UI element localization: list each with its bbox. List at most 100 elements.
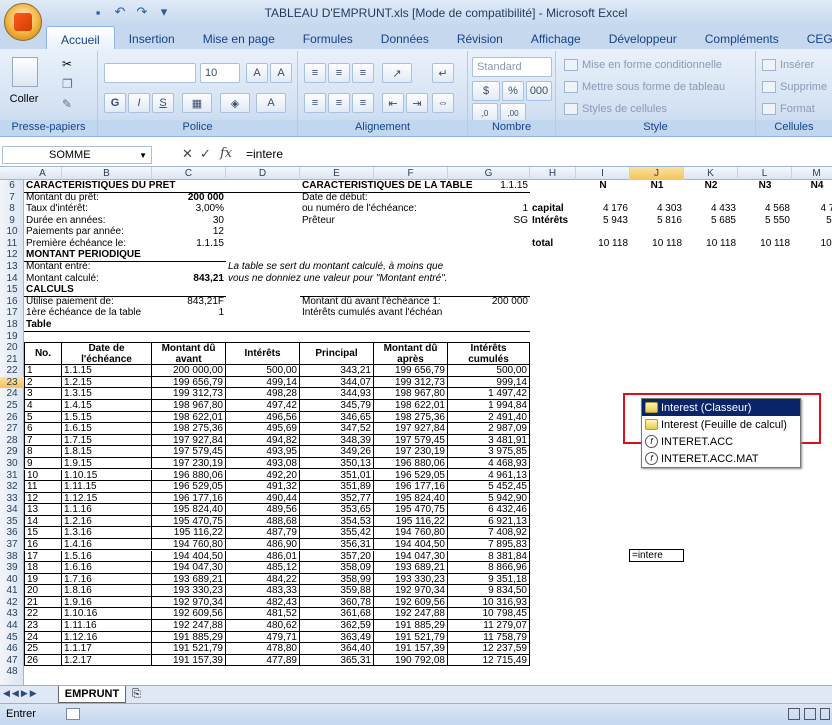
cell-r11-c[interactable]: 1.1.15 <box>154 238 224 250</box>
table-cell[interactable]: 500,00 <box>448 365 530 377</box>
format-painter-icon[interactable]: ✎ <box>62 97 72 111</box>
table-cell[interactable]: 484,22 <box>226 573 300 586</box>
row-header[interactable]: 45 <box>0 632 24 644</box>
delete-cells-button[interactable]: Supprime <box>762 81 827 93</box>
table-cell[interactable]: 26 <box>24 654 62 667</box>
cell-r9-m[interactable]: 5 4 <box>794 215 832 227</box>
table-cell[interactable]: 5 942,90 <box>448 492 530 505</box>
table-cell[interactable]: 1.6.16 <box>62 562 152 574</box>
table-cell[interactable]: 195 824,40 <box>152 504 226 516</box>
tab-revision[interactable]: Révision <box>443 26 517 50</box>
table-cell[interactable]: 491,32 <box>226 481 300 493</box>
table-cell[interactable]: 343,21 <box>300 365 374 377</box>
cell-r16-e[interactable]: Montant dû avant l'échéance 1: <box>302 296 458 308</box>
table-cell[interactable]: 199 312,73 <box>152 388 226 400</box>
font-color-icon[interactable]: A <box>256 93 286 113</box>
format-cells-button[interactable]: Format <box>762 103 815 115</box>
table-cell[interactable]: 4 961,13 <box>448 469 530 481</box>
active-cell-editor[interactable]: =intere <box>629 549 684 562</box>
row-header[interactable]: 44 <box>0 620 24 632</box>
table-cell[interactable]: 197 230,19 <box>374 446 448 458</box>
cell-r16-c[interactable]: 843,21F <box>154 296 224 308</box>
row-header[interactable]: 18 <box>0 319 24 331</box>
cell-r14-d[interactable]: vous ne donniez une valeur pour "Montant… <box>228 273 464 285</box>
table-cell[interactable]: 351,01 <box>300 469 374 481</box>
table-header[interactable]: Montant dû avant <box>152 342 226 366</box>
formula-input[interactable]: =intere <box>246 147 283 161</box>
cell-r6-j[interactable]: N1 <box>632 180 682 192</box>
table-cell[interactable]: 1.2.17 <box>62 654 152 667</box>
row-header[interactable]: 8 <box>0 203 24 215</box>
table-cell[interactable]: 191 885,29 <box>152 631 226 644</box>
table-cell[interactable]: 195 116,22 <box>152 527 226 539</box>
table-cell[interactable]: 11 <box>24 481 62 493</box>
table-cell[interactable]: 9 351,18 <box>448 573 530 586</box>
table-cell[interactable]: 11 279,07 <box>448 620 530 632</box>
table-cell[interactable]: 194 760,80 <box>374 527 448 539</box>
table-cell[interactable]: 195 116,22 <box>374 515 448 528</box>
table-cell[interactable]: 20 <box>24 585 62 597</box>
copy-icon[interactable]: ❐ <box>62 77 73 91</box>
table-cell[interactable]: 478,80 <box>226 643 300 655</box>
table-cell[interactable]: 360,78 <box>300 596 374 609</box>
table-cell[interactable]: 198 967,80 <box>152 400 226 412</box>
autocomplete-item[interactable]: f INTERET.ACC.MAT <box>642 450 800 467</box>
table-cell[interactable]: 196 880,06 <box>374 457 448 470</box>
table-cell[interactable]: 24 <box>24 631 62 644</box>
table-cell[interactable]: 365,31 <box>300 654 374 667</box>
table-cell[interactable]: 196 177,16 <box>152 492 226 505</box>
table-cell[interactable]: 2 987,09 <box>448 423 530 435</box>
cell-r11-a[interactable]: Première échéance le: <box>26 238 142 250</box>
table-cell[interactable]: 18 <box>24 562 62 574</box>
table-cell[interactable]: 1.8.16 <box>62 585 152 597</box>
table-cell[interactable]: 353,65 <box>300 504 374 516</box>
cell-r11-j[interactable]: 10 118 <box>632 238 682 250</box>
table-cell[interactable]: 16 <box>24 538 62 551</box>
align-right-icon[interactable]: ≡ <box>352 93 374 113</box>
table-cell[interactable]: 1.9.16 <box>62 596 152 609</box>
table-cell[interactable]: 192 970,34 <box>374 585 448 597</box>
table-cell[interactable]: 1.6.15 <box>62 423 152 435</box>
font-name-dropdown[interactable] <box>104 63 196 83</box>
column-header[interactable]: G <box>448 167 530 180</box>
align-left-icon[interactable]: ≡ <box>304 93 326 113</box>
borders-icon[interactable]: ▦ <box>182 93 212 113</box>
cell-r14-a[interactable]: Montant calculé: <box>26 273 142 285</box>
table-cell[interactable]: 193 330,23 <box>152 585 226 597</box>
table-cell[interactable]: 13 <box>24 504 62 516</box>
column-header[interactable]: K <box>684 167 738 180</box>
cell-r7-c[interactable]: 200 000 <box>154 192 224 204</box>
table-cell[interactable]: 194 047,30 <box>374 550 448 563</box>
autocomplete-item[interactable]: Interest (Classeur) <box>642 399 800 416</box>
row-header[interactable]: 40 <box>0 574 24 586</box>
cell-r9-a[interactable]: Durée en années: <box>26 215 142 227</box>
table-cell[interactable]: 496,56 <box>226 411 300 424</box>
align-bottom-icon[interactable]: ≡ <box>352 63 374 83</box>
table-cell[interactable]: 10 316,93 <box>448 596 530 609</box>
table-cell[interactable]: 22 <box>24 608 62 620</box>
tab-donnees[interactable]: Données <box>367 26 443 50</box>
table-cell[interactable]: 1.1.15 <box>62 365 152 377</box>
align-top-icon[interactable]: ≡ <box>304 63 326 83</box>
table-cell[interactable]: 4 468,93 <box>448 457 530 470</box>
thousands-icon[interactable]: 000 <box>526 81 552 101</box>
table-cell[interactable]: 486,01 <box>226 550 300 563</box>
cell-r11-m[interactable]: 10 1 <box>794 238 832 250</box>
table-cell[interactable]: 193 689,21 <box>374 562 448 574</box>
cell-r11-l[interactable]: 10 118 <box>740 238 790 250</box>
table-cell[interactable]: 494,82 <box>226 434 300 447</box>
table-cell[interactable]: 999,14 <box>448 376 530 389</box>
table-cell[interactable]: 198 275,36 <box>152 423 226 435</box>
table-cell[interactable]: 489,56 <box>226 504 300 516</box>
table-cell[interactable]: 2 <box>24 376 62 389</box>
table-cell[interactable]: 1.5.15 <box>62 411 152 424</box>
table-cell[interactable]: 200 000,00 <box>152 365 226 377</box>
table-cell[interactable]: 345,79 <box>300 400 374 412</box>
table-header[interactable]: Date de l'échéance <box>62 342 152 366</box>
insert-cells-button[interactable]: Insérer <box>762 59 814 71</box>
table-cell[interactable]: 364,40 <box>300 643 374 655</box>
table-cell[interactable]: 1.2.15 <box>62 376 152 389</box>
cell-r6-a[interactable]: CARACTERISTIQUES DU PRET <box>26 180 292 192</box>
column-header[interactable]: M <box>792 167 832 180</box>
table-cell[interactable]: 1.5.16 <box>62 550 152 563</box>
